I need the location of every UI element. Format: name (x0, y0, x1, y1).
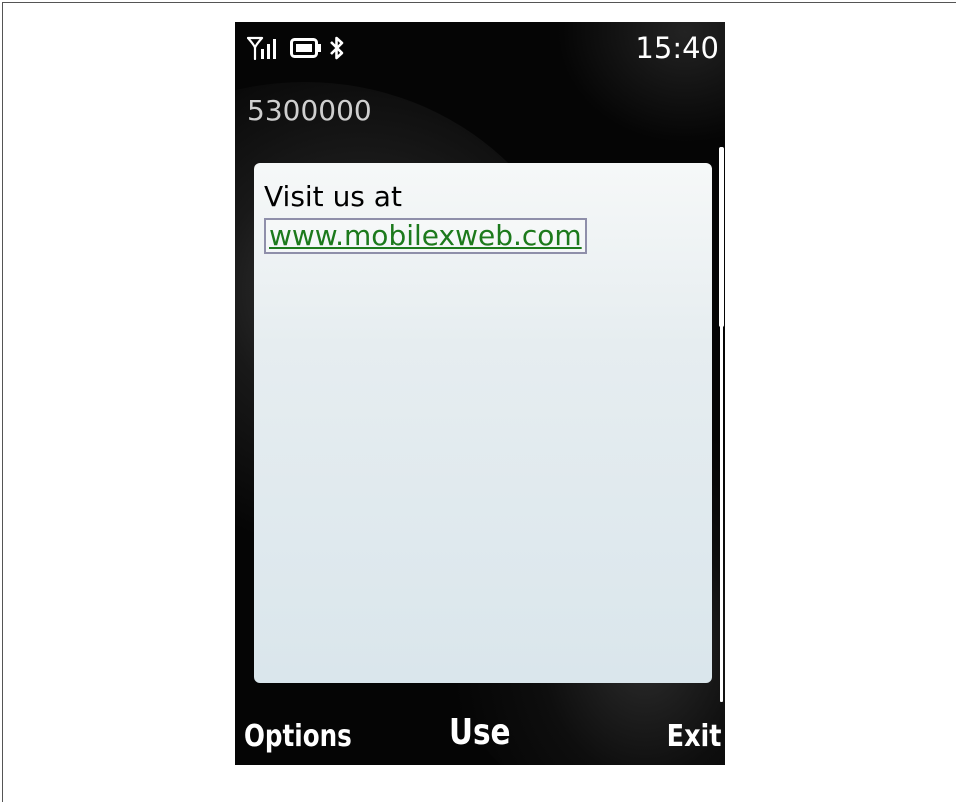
status-bar: 15:40 (235, 22, 725, 82)
status-clock: 15:40 (635, 31, 719, 65)
scrollbar-thumb[interactable] (719, 147, 724, 327)
phone-screen: 15:40 5300000 Visit us at www.mobilexweb… (235, 22, 725, 765)
scrollbar[interactable] (719, 147, 724, 702)
options-softkey[interactable]: Options (244, 722, 352, 752)
message-link[interactable]: www.mobilexweb.com (264, 218, 587, 255)
bluetooth-icon (330, 36, 344, 60)
softkey-bar: Options Use Exit (235, 707, 725, 765)
message-panel: Visit us at www.mobilexweb.com (254, 163, 712, 683)
message-sender: 5300000 (247, 94, 372, 127)
exit-softkey[interactable]: Exit (666, 722, 721, 752)
signal-strength-icon (247, 36, 276, 60)
message-body-text: Visit us at (264, 180, 402, 213)
battery-icon (290, 38, 321, 58)
use-softkey[interactable]: Use (449, 715, 511, 751)
